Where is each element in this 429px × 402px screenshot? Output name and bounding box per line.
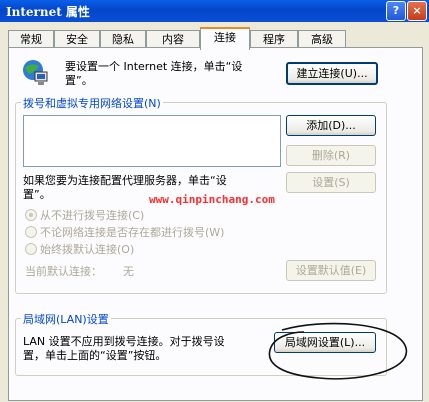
connections-panel: 要设置一个 Internet 连接，单击“设 置”。 建立连接(U)... 拨号…	[8, 47, 423, 401]
radio-always-dial[interactable]	[25, 243, 37, 255]
tab-connections[interactable]: 连接	[200, 27, 250, 50]
radio-always-dial-label: 始终拨默认连接(O)	[40, 243, 135, 256]
title-bar: Internet 属性 ? ×	[0, 0, 429, 22]
radio-never-dial-label: 从不进行拨号连接(C)	[40, 209, 145, 222]
radio-never-dial[interactable]	[25, 209, 37, 221]
tab-security[interactable]: 安全	[54, 30, 100, 48]
tab-privacy[interactable]: 隐私	[100, 30, 146, 48]
radio-dial-when-no-network-label: 不论网络连接是否存在都进行拨号(W)	[40, 226, 225, 239]
tab-content[interactable]: 内容	[146, 30, 200, 48]
network-computer-icon	[23, 60, 48, 85]
setup-text-line2: 置”。	[65, 74, 93, 87]
connections-list[interactable]	[23, 115, 281, 167]
lan-text-line2: 置，单击上面的“设置”按钮。	[23, 349, 167, 362]
radio-dial-when-no-network[interactable]	[25, 226, 37, 238]
annotation-circle	[268, 322, 407, 380]
proxy-text-line2: 置”。	[23, 188, 51, 201]
window-title: Internet 属性	[6, 5, 90, 19]
close-button[interactable]: ×	[407, 1, 427, 21]
remove-button[interactable]: 删除(R)	[286, 145, 376, 166]
tab-advanced[interactable]: 高级	[298, 30, 346, 48]
default-connection-label: 当前默认连接：	[25, 265, 102, 278]
default-connection-value: 无	[123, 265, 134, 278]
add-button[interactable]: 添加(D)...	[286, 115, 376, 136]
help-button[interactable]: ?	[386, 1, 406, 21]
settings-button[interactable]: 设置(S)	[286, 172, 376, 193]
setup-connection-button[interactable]: 建立连接(U)...	[286, 62, 378, 85]
tab-general[interactable]: 常规	[8, 30, 54, 48]
set-default-button[interactable]: 设置默认值(E)	[286, 260, 376, 281]
proxy-text-line1: 如果您要为连接配置代理服务器，单击“设	[23, 174, 227, 187]
dialup-group-title: 拨号和虚拟专用网络设置(N)	[21, 95, 163, 111]
tab-programs[interactable]: 程序	[250, 30, 298, 48]
watermark: www.qinpinchang.com	[149, 193, 275, 206]
lan-group-title: 局域网(LAN)设置	[21, 311, 111, 327]
